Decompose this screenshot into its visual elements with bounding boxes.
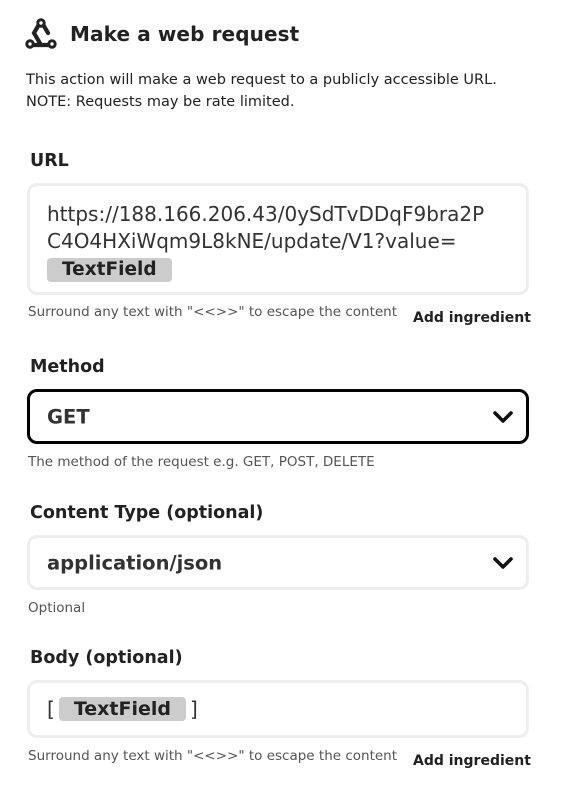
content-type-selected-value: application/json (47, 551, 223, 574)
body-label: Body (optional) (30, 648, 183, 668)
url-line-1: https://188.166.206.43/0ySdTvDDqF9bra2P (47, 202, 485, 226)
action-title: Make a web request (70, 22, 300, 46)
web-request-action-page: Make a web request This action will make… (0, 0, 578, 794)
url-help-text: Surround any text with "<<>>" to escape … (28, 304, 398, 320)
body-help-text: Surround any text with "<<>>" to escape … (28, 748, 398, 764)
body-open-bracket: [ (47, 697, 55, 721)
body-ingredient-pill[interactable]: TextField (58, 697, 186, 721)
url-ingredient-pill[interactable]: TextField (47, 258, 172, 282)
url-add-ingredient-button[interactable]: Add ingredient (413, 310, 531, 326)
content-type-select[interactable]: application/json (27, 535, 529, 590)
action-header: Make a web request (24, 16, 299, 52)
url-field[interactable]: https://188.166.206.43/0ySdTvDDqF9bra2P … (27, 183, 529, 295)
content-type-help-text: Optional (28, 600, 86, 616)
method-help-text: The method of the request e.g. GET, POST… (28, 454, 375, 470)
description-line-1: This action will make a web request to a… (26, 72, 497, 88)
body-close-bracket: ] (189, 697, 198, 721)
action-description: This action will make a web request to a… (26, 69, 566, 113)
description-line-2: NOTE: Requests may be rate limited. (26, 94, 295, 110)
chevron-down-icon (493, 556, 513, 569)
url-label: URL (30, 151, 69, 171)
url-value: https://188.166.206.43/0ySdTvDDqF9bra2P … (47, 201, 517, 282)
method-select[interactable]: GET (27, 389, 529, 444)
webhook-icon (25, 18, 57, 49)
body-value: [ TextField ] (47, 697, 198, 721)
url-line-2: C4O4HXiWqm9L8kNE/update/V1?value= (47, 229, 457, 253)
method-selected-value: GET (47, 405, 90, 428)
body-add-ingredient-button[interactable]: Add ingredient (413, 753, 531, 769)
method-label: Method (30, 357, 105, 377)
content-type-label: Content Type (optional) (30, 503, 264, 523)
chevron-down-icon (493, 410, 513, 423)
body-field[interactable]: [ TextField ] (27, 680, 529, 738)
